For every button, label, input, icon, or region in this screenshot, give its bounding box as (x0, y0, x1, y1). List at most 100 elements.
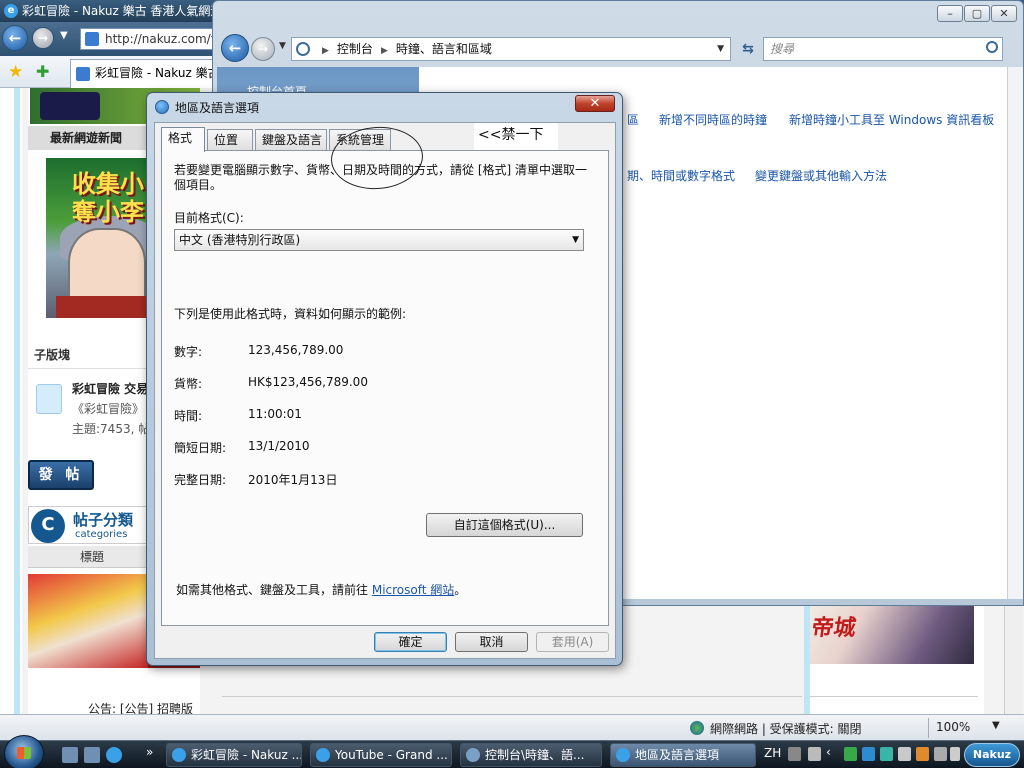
link-clock-gadget[interactable]: 新增時鐘小工具至 Windows 資訊看板 (789, 111, 994, 128)
control-panel-icon (296, 42, 310, 56)
favorites-star-icon[interactable]: ★ (8, 62, 23, 82)
example-number-value: 123,456,789.00 (248, 343, 344, 357)
search-input[interactable]: 搜尋 (763, 37, 1003, 61)
zoom-level[interactable]: 100% (936, 720, 970, 734)
tray-expand-icon[interactable]: ‹ (826, 745, 839, 759)
subforum-header: 子版塊 (34, 348, 71, 362)
start-button[interactable] (4, 735, 44, 768)
breadcrumb-arrow-icon[interactable]: ▶ (322, 46, 329, 56)
microsoft-website-link[interactable]: Microsoft 網站 (372, 583, 454, 597)
region-language-dialog: 地區及語言選項 ✕ 格式 位置 鍵盤及語言 系統管理 <<禁一下 若要變更電腦顯… (146, 92, 623, 666)
tray-app-icon[interactable] (844, 747, 857, 761)
tab-location[interactable]: 位置 (207, 129, 253, 151)
dialog-body: 格式 位置 鍵盤及語言 系統管理 <<禁一下 若要變更電腦顯示數字、貨幣、日期及… (154, 122, 616, 659)
keyboard-icon[interactable] (788, 747, 801, 761)
post-button[interactable]: 發 帖 (28, 460, 94, 490)
security-zone: 網際網路 | 受保護模式: 關閉 (710, 722, 862, 736)
show-desktop-icon[interactable] (62, 747, 78, 763)
minimize-button[interactable]: – (937, 5, 963, 22)
taskbar-item-label: YouTube - Grand ... (335, 748, 448, 762)
search-icon[interactable] (986, 41, 998, 53)
nakuz-tray-badge[interactable]: Nakuz (964, 743, 1020, 767)
ad-banner-image[interactable]: 帝城 (810, 600, 974, 664)
tab-formats[interactable]: 格式 (161, 127, 205, 152)
current-format-select[interactable]: 中文 (香港特別行政區) ▼ (174, 229, 584, 251)
taskbar-item-browser[interactable]: 彩虹冒險 - Nakuz ... (166, 743, 302, 767)
close-button[interactable]: ✕ (991, 5, 1017, 22)
example-number-label: 數字: (174, 345, 203, 359)
taskbar: » 彩虹冒險 - Nakuz ... YouTube - Grand ... 控… (0, 735, 1024, 768)
forward-button[interactable]: → (251, 37, 275, 61)
tab-administrative[interactable]: 系統管理 (329, 129, 391, 151)
zoom-dropdown-icon[interactable]: ▼ (992, 720, 1000, 731)
taskbar-item-label: 地區及語言選項 (635, 748, 720, 762)
divider (810, 696, 978, 697)
ok-button[interactable]: 確定 (374, 632, 447, 652)
link-change-formats[interactable]: 期、時間或數字格式 (627, 167, 735, 184)
tray-app-icon[interactable] (880, 747, 893, 761)
quick-launch-more-icon[interactable]: » (146, 745, 153, 759)
cancel-button[interactable]: 取消 (455, 632, 528, 652)
refresh-icon[interactable]: ⇆ (737, 37, 759, 61)
window-caption-buttons: – ▢ ✕ (936, 5, 1017, 22)
example-time-label: 時間: (174, 409, 203, 423)
tab-keyboards-languages[interactable]: 鍵盤及語言 (255, 129, 327, 151)
volume-icon[interactable] (950, 747, 960, 761)
globe-icon (155, 100, 169, 114)
recent-pages-dropdown-icon[interactable]: ▼ (279, 41, 286, 51)
link-time-zone[interactable]: 區 (627, 111, 639, 128)
link-add-clocks[interactable]: 新增不同時區的時鐘 (659, 111, 767, 128)
breadcrumb-item[interactable]: 控制台 (337, 42, 373, 56)
link-change-keyboards[interactable]: 變更鍵盤或其他輸入方法 (755, 167, 887, 184)
history-dropdown-icon[interactable]: ▼ (60, 30, 68, 41)
status-bar: 網際網路 | 受保護模式: 關閉 100% ▼ (0, 714, 1024, 740)
back-button[interactable]: ← (221, 34, 249, 62)
more-info-prefix: 如需其他格式、鍵盤及工具，請前往 (176, 583, 369, 597)
browser-title: 彩虹冒險 - Nakuz 樂古 香港人氣網遊 (22, 4, 223, 18)
breadcrumb-arrow-icon[interactable]: ▶ (381, 46, 388, 56)
categories-title: 帖子分類 (73, 511, 134, 529)
dialog-title: 地區及語言選項 (175, 101, 260, 115)
taskbar-item-region-dialog[interactable]: 地區及語言選項 (610, 743, 756, 767)
taskbar-item-youtube[interactable]: YouTube - Grand ... (310, 743, 452, 767)
tray-app-icon[interactable] (898, 747, 911, 761)
example-currency-value: HK$123,456,789.00 (248, 375, 368, 389)
content-scrollbar[interactable] (1007, 67, 1023, 599)
address-bar[interactable]: http://nakuz.com/fo (80, 28, 220, 50)
forum-icon (36, 384, 62, 414)
chevron-down-icon[interactable]: ▼ (572, 230, 579, 250)
apply-button[interactable]: 套用(A) (536, 632, 609, 652)
tray-app-icon[interactable] (862, 747, 875, 761)
globe-icon (690, 721, 704, 735)
globe-icon (616, 748, 630, 762)
left-rail (0, 88, 22, 714)
annotation-label: <<禁一下 (474, 123, 558, 153)
ime-icon[interactable] (808, 747, 821, 761)
add-favorite-icon[interactable]: ✚ (36, 62, 49, 81)
forward-button[interactable]: → (32, 27, 54, 49)
chevron-down-icon[interactable]: ▼ (717, 38, 724, 60)
control-panel-icon (466, 748, 480, 762)
ie-icon (172, 748, 186, 762)
format-description: 若要變更電腦顯示數字、貨幣、日期及時間的方式，請從 [格式] 清單中選取一個項目… (174, 163, 587, 192)
customize-format-button[interactable]: 自訂這個格式(U)... (426, 513, 583, 537)
more-info-text: 如需其他格式、鍵盤及工具，請前往 Microsoft 網站。 (176, 581, 466, 598)
maximize-button[interactable]: ▢ (964, 5, 990, 22)
windows-logo-icon (17, 747, 31, 759)
current-format-value: 中文 (香港特別行政區) (179, 233, 301, 247)
joypad-icon (40, 92, 100, 120)
tray-app-icon[interactable] (916, 747, 929, 761)
address-text: http://nakuz.com/fo (105, 32, 220, 46)
input-language[interactable]: ZH (764, 746, 781, 760)
examples-intro: 下列是使用此格式時，資料如何顯示的範例: (174, 307, 407, 321)
ie-icon[interactable] (106, 747, 122, 763)
switch-windows-icon[interactable] (84, 747, 100, 763)
back-button[interactable]: ← (2, 25, 28, 51)
divider (222, 696, 802, 697)
formats-tab-panel: 若要變更電腦顯示數字、貨幣、日期及時間的方式，請從 [格式] 清單中選取一個項目… (161, 150, 609, 626)
close-button[interactable]: ✕ (575, 95, 615, 112)
taskbar-item-control-panel[interactable]: 控制台\時鐘、語... (460, 743, 602, 767)
network-icon[interactable] (934, 747, 947, 761)
breadcrumb[interactable]: ▶ 控制台 ▶ 時鐘、語言和區域 ▼ (291, 37, 731, 61)
breadcrumb-item[interactable]: 時鐘、語言和區域 (396, 42, 492, 56)
